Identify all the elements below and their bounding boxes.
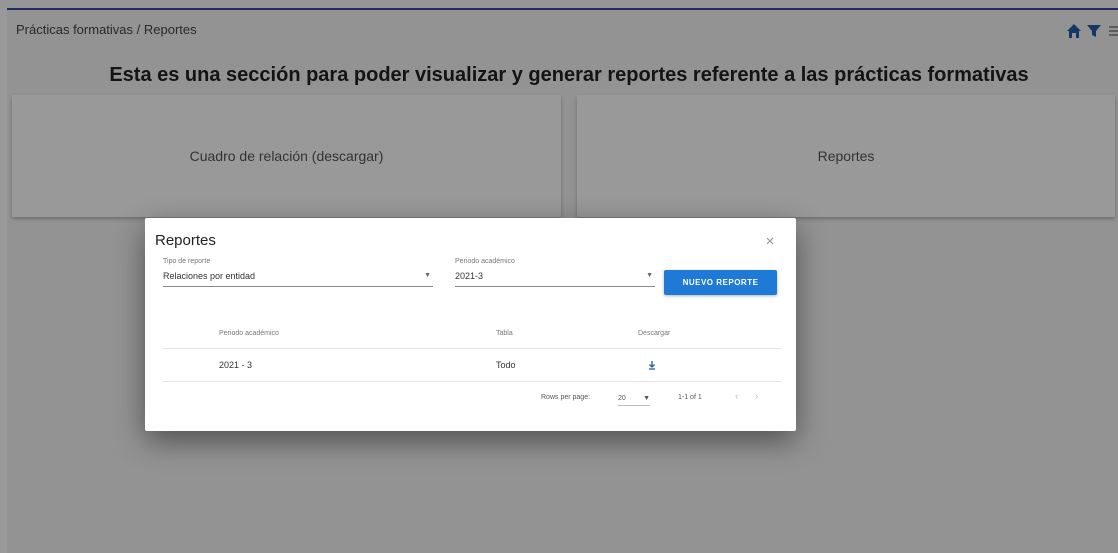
- chevron-down-icon: ▼: [643, 394, 650, 402]
- cell-table: Todo: [496, 360, 516, 370]
- table-pagination: Rows per page: 20 ▼ 1-1 of 1 ‹ ›: [163, 388, 781, 408]
- rows-per-page-label: Rows per page:: [541, 394, 591, 401]
- table-row: 2021 - 3 Todo: [163, 349, 781, 382]
- chevron-down-icon: ▼: [424, 272, 431, 279]
- report-type-value: Relaciones por entidad: [163, 271, 256, 281]
- academic-period-label: Periodo académico: [455, 258, 515, 265]
- chevron-left-icon[interactable]: ‹: [735, 391, 738, 402]
- reports-table: Periodo académico Tabla Descargar 2021 -…: [163, 318, 781, 382]
- table-header-row: Periodo académico Tabla Descargar: [163, 318, 781, 349]
- cell-period: 2021 - 3: [219, 360, 253, 370]
- rows-per-page-select[interactable]: 20 ▼: [618, 391, 650, 406]
- close-icon[interactable]: [766, 236, 774, 248]
- rows-per-page-value: 20: [618, 394, 626, 402]
- academic-period-select[interactable]: Periodo académico 2021-3 ▼: [455, 258, 655, 287]
- header-table[interactable]: Tabla: [496, 318, 513, 348]
- report-type-select[interactable]: Tipo de reporte Relaciones por entidad ▼: [163, 258, 433, 287]
- pagination-range: 1-1 of 1: [678, 394, 702, 401]
- academic-period-value: 2021-3: [455, 271, 484, 281]
- new-report-button[interactable]: NUEVO REPORTE: [664, 270, 777, 295]
- chevron-right-icon[interactable]: ›: [755, 391, 758, 402]
- header-download[interactable]: Descargar: [638, 318, 670, 348]
- chevron-down-icon: ▼: [646, 272, 653, 279]
- dialog-title: Reportes: [155, 232, 216, 249]
- download-icon[interactable]: [648, 349, 656, 381]
- header-period[interactable]: Periodo académico: [219, 318, 279, 348]
- reports-dialog: Reportes Tipo de reporte Relaciones por …: [145, 218, 796, 431]
- report-type-label: Tipo de reporte: [163, 258, 211, 265]
